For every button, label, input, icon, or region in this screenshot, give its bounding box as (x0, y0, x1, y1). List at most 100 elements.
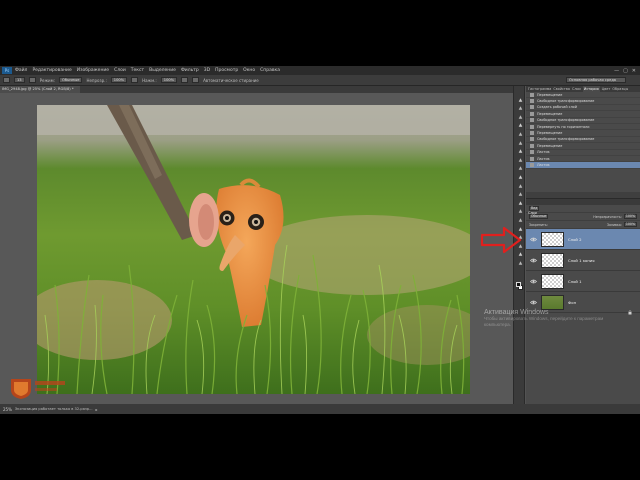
history-step-icon (530, 105, 534, 110)
minimize-button[interactable]: — (614, 68, 619, 74)
document-tab[interactable]: IMG_2948.jpg @ 25% (Слой 2, RGB/8) * (0, 86, 80, 93)
move-tool-icon[interactable] (516, 96, 524, 103)
history-step-icon (530, 92, 534, 97)
history-item-label: Создать рабочий слой (537, 105, 577, 110)
tab-swatches[interactable]: Образцы (612, 86, 628, 92)
pressure-opacity-icon[interactable] (131, 77, 139, 83)
layer-row[interactable]: Слой 2 (526, 229, 640, 250)
blend-mode-select[interactable]: Обычные (529, 214, 549, 219)
history-item-label: Свободное трансформирование (537, 118, 595, 123)
layer-thumbnail (541, 273, 564, 289)
red-arrow-annotation-icon (480, 226, 522, 254)
zoom-tool-icon[interactable] (516, 259, 524, 266)
menu-type[interactable]: Текст (131, 68, 144, 73)
history-item-label: Ластик (537, 156, 550, 161)
history-item[interactable]: Ластик (526, 162, 640, 169)
history-brush-tool-icon[interactable] (516, 173, 524, 180)
zoom-level[interactable]: 25% (3, 407, 12, 412)
maximize-button[interactable]: ▢ (623, 68, 628, 74)
airbrush-icon[interactable] (181, 77, 189, 83)
close-button[interactable]: ✕ (632, 68, 636, 74)
history-item-label: Перевернуть по горизонтали (537, 124, 590, 129)
brush-panel-icon[interactable] (28, 77, 36, 83)
auto-erase-checkbox[interactable] (192, 77, 200, 83)
blur-tool-icon[interactable] (516, 199, 524, 206)
dodge-tool-icon[interactable] (516, 208, 524, 215)
tab-color[interactable]: Цвет (602, 86, 611, 92)
tab-properties[interactable]: Свойства (553, 86, 570, 92)
mode-label: Режим: (39, 77, 56, 83)
menu-file[interactable]: Файл (15, 68, 27, 73)
menu-view[interactable]: Просмотр (215, 68, 238, 73)
fill-input[interactable]: 100% (623, 222, 637, 227)
menu-help[interactable]: Справка (260, 68, 280, 73)
history-item-label: Перемещение (537, 131, 563, 136)
letterbox-bottom (0, 414, 640, 480)
menu-edit[interactable]: Редактирование (32, 68, 71, 73)
layer-name: Фон (568, 299, 577, 305)
brush-size-picker[interactable]: 13 (14, 77, 25, 83)
layer-name: Слой 1 (568, 278, 582, 284)
layers-list: Слой 2 Слой 1 копия Слой 1 Фон (526, 229, 640, 315)
mode-select[interactable]: Обычные (59, 77, 83, 83)
layer-row[interactable]: Слой 1 копия (526, 250, 640, 271)
lasso-tool-icon[interactable] (516, 113, 524, 120)
layer-thumbnail (541, 252, 564, 268)
history-list: Перемещение Свободное трансформирование Со… (526, 92, 640, 169)
photoshop-window: Ps Файл Редактирование Изображение Слои … (0, 66, 640, 414)
opacity-input[interactable]: 100% (110, 77, 128, 83)
eyedropper-tool-icon[interactable] (516, 139, 524, 146)
fill-label: Заливка: (606, 222, 622, 227)
watermark-title: Активация Windows (484, 309, 549, 316)
menu-filter[interactable]: Фильтр (181, 68, 199, 73)
visibility-eye-icon[interactable] (529, 235, 537, 243)
foreground-color-swatch[interactable] (516, 282, 521, 287)
tab-layers-top[interactable]: Слои (572, 86, 581, 92)
auto-erase-label: Автоматическое стирание (203, 77, 259, 83)
history-item-label: Ластик (537, 150, 550, 155)
visibility-eye-icon[interactable] (529, 256, 537, 264)
opacity-label: Непрозр.: (86, 77, 107, 83)
gradient-tool-icon[interactable] (516, 191, 524, 198)
menu-window[interactable]: Окно (243, 68, 255, 73)
pen-tool-icon[interactable] (516, 216, 524, 223)
visibility-eye-icon[interactable] (529, 298, 537, 306)
photoshop-logo-icon: Ps (2, 67, 12, 74)
menu-select[interactable]: Выделение (149, 68, 176, 73)
canvas-area[interactable] (0, 93, 513, 404)
quick-select-tool-icon[interactable] (516, 122, 524, 129)
tab-histogram[interactable]: Гистограмма (528, 86, 551, 92)
eraser-tool-preset-icon[interactable] (3, 77, 10, 83)
history-step-icon (530, 111, 534, 116)
visibility-eye-icon[interactable] (529, 277, 537, 285)
brush-tool-icon[interactable] (516, 156, 524, 163)
tab-history[interactable]: История (582, 86, 600, 92)
layer-row[interactable]: Слой 1 (526, 271, 640, 292)
history-step-icon (530, 150, 534, 155)
layer-opacity-input[interactable]: 100% (623, 214, 637, 219)
layer-name: Слой 2 (568, 236, 582, 242)
history-item-label: Свободное трансформирование (537, 99, 595, 104)
document-image[interactable] (37, 105, 470, 394)
history-step-icon (530, 156, 534, 161)
menu-3d[interactable]: 3D (204, 68, 210, 73)
layer-name: Слой 1 копия (568, 257, 595, 263)
status-menu-arrow-icon[interactable]: ▸ (96, 407, 98, 412)
eraser-tool-icon[interactable] (516, 182, 524, 189)
layer-filter-select[interactable]: Вид (529, 206, 540, 211)
options-bar: 13 Режим: Обычные Непрозр.: 100% Нажм.: … (0, 75, 640, 86)
stamp-tool-icon[interactable] (516, 165, 524, 172)
marquee-tool-icon[interactable] (516, 105, 524, 112)
menu-image[interactable]: Изображение (77, 68, 109, 73)
healing-tool-icon[interactable] (516, 148, 524, 155)
window-controls: — ▢ ✕ (614, 68, 640, 74)
lock-row: Закрепить: Заливка: 100% (526, 221, 640, 229)
history-step-icon (530, 99, 534, 104)
menu-layers[interactable]: Слои (114, 68, 126, 73)
pressure-input[interactable]: 100% (160, 77, 178, 83)
workspace-select[interactable]: Основная рабочая среда (566, 77, 626, 83)
history-step-icon (530, 124, 534, 129)
layer-thumbnail (541, 294, 564, 310)
crop-tool-icon[interactable] (516, 130, 524, 137)
history-panel: Гистограмма Свойства Слои История Цвет О… (526, 86, 640, 199)
